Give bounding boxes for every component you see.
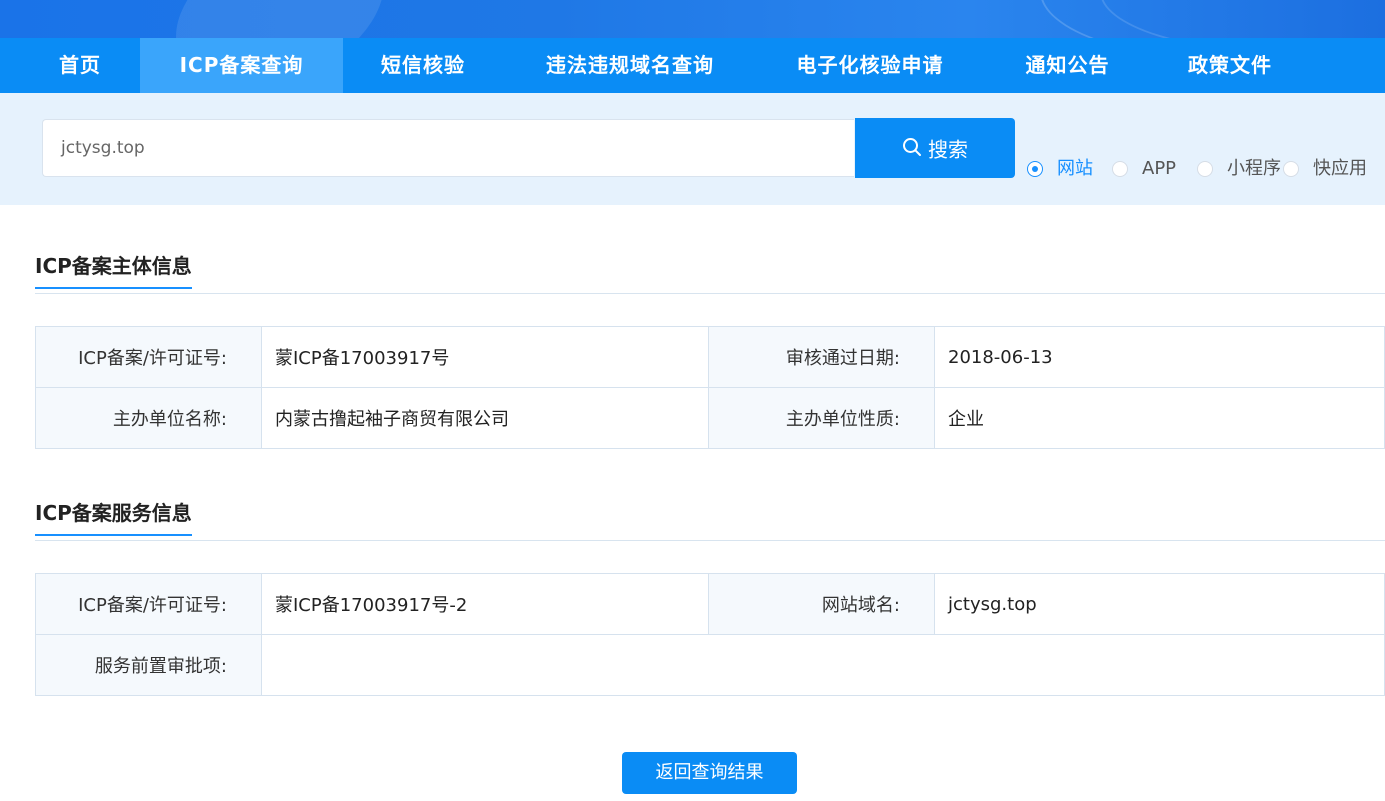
main-nav: 首页 ICP备案查询 短信核验 违法违规域名查询 电子化核验申请 通知公告 政策… — [0, 38, 1385, 93]
table-row: ICP备案/许可证号: 蒙ICP备17003917号 审核通过日期: 2018-… — [35, 326, 1385, 388]
nav-item-e-verify[interactable]: 电子化核验申请 — [770, 38, 970, 93]
nav-item-home[interactable]: 首页 — [20, 38, 140, 93]
subject-info-table: ICP备案/许可证号: 蒙ICP备17003917号 审核通过日期: 2018-… — [35, 326, 1385, 449]
domain-label: 网站域名: — [708, 573, 935, 635]
divider — [35, 540, 1385, 541]
service-license-label: ICP备案/许可证号: — [35, 573, 262, 635]
search-button-label: 搜索 — [928, 137, 968, 162]
pre-approval-value — [261, 634, 1385, 696]
service-license-value: 蒙ICP备17003917号-2 — [261, 573, 709, 635]
table-row: ICP备案/许可证号: 蒙ICP备17003917号-2 网站域名: jctys… — [35, 573, 1385, 635]
org-name-label: 主办单位名称: — [35, 387, 262, 449]
approval-date-label: 审核通过日期: — [708, 326, 935, 388]
table-row: 主办单位名称: 内蒙古撸起袖子商贸有限公司 主办单位性质: 企业 — [35, 387, 1385, 449]
nav-item-policy[interactable]: 政策文件 — [1165, 38, 1295, 93]
nav-item-icp-query[interactable]: ICP备案查询 — [140, 38, 343, 93]
radio-dot — [1283, 161, 1299, 177]
radio-label: 小程序 — [1227, 158, 1281, 179]
radio-dot — [1027, 161, 1043, 177]
domain-value: jctysg.top — [934, 573, 1385, 635]
search-input[interactable]: jctysg.top — [42, 119, 854, 177]
pre-approval-label: 服务前置审批项: — [35, 634, 262, 696]
section-title-subject: ICP备案主体信息 — [35, 250, 192, 289]
search-button[interactable]: 搜索 — [855, 118, 1015, 178]
divider — [35, 293, 1385, 294]
search-icon — [902, 120, 922, 180]
nav-item-illegal-domain[interactable]: 违法违规域名查询 — [520, 38, 740, 93]
section-title-service: ICP备案服务信息 — [35, 497, 192, 536]
radio-dot — [1197, 161, 1213, 177]
org-type-label: 主办单位性质: — [708, 387, 935, 449]
org-type-value: 企业 — [934, 387, 1385, 449]
license-value: 蒙ICP备17003917号 — [261, 326, 709, 388]
back-to-results-button[interactable]: 返回查询结果 — [622, 752, 797, 794]
nav-item-notice[interactable]: 通知公告 — [1000, 38, 1135, 93]
banner-decoration — [150, 0, 410, 38]
service-info-table: ICP备案/许可证号: 蒙ICP备17003917号-2 网站域名: jctys… — [35, 573, 1385, 696]
license-label: ICP备案/许可证号: — [35, 326, 262, 388]
radio-label: APP — [1142, 158, 1177, 179]
radio-label: 网站 — [1057, 158, 1093, 179]
search-area: jctysg.top 搜索 网站 APP 小程序 快应用 — [0, 93, 1385, 205]
top-banner — [0, 0, 1385, 38]
radio-dot — [1112, 161, 1128, 177]
radio-label: 快应用 — [1313, 158, 1367, 179]
nav-item-sms-verify[interactable]: 短信核验 — [343, 38, 503, 93]
table-row: 服务前置审批项: — [35, 634, 1385, 696]
org-name-value: 内蒙古撸起袖子商贸有限公司 — [261, 387, 709, 449]
approval-date-value: 2018-06-13 — [934, 326, 1385, 388]
